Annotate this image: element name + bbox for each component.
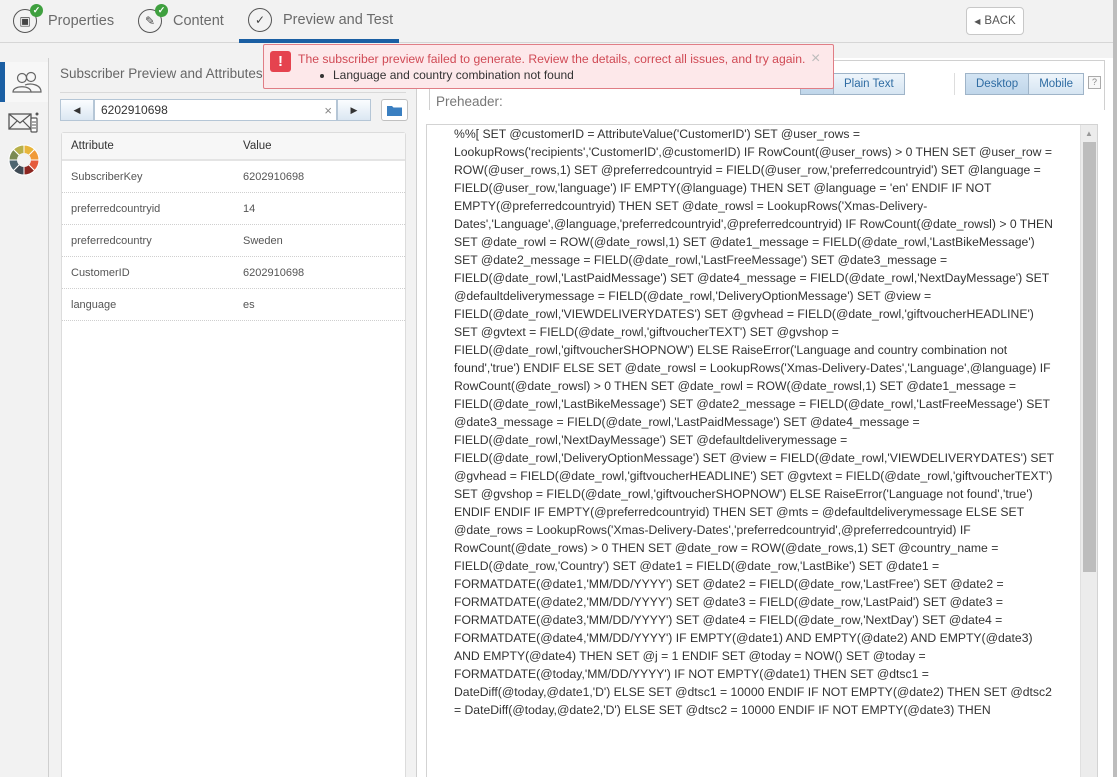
preheader-label: Preheader: <box>436 94 503 109</box>
vertical-scrollbar[interactable]: ▲ <box>1080 125 1097 777</box>
page-scrollbar[interactable] <box>1113 0 1117 777</box>
desktop-label: Desktop <box>976 78 1019 90</box>
back-arrow-icon: ◀ <box>974 16 981 26</box>
attribute-value: 6202910698 <box>243 170 305 183</box>
completed-check-icon: ✓ <box>155 4 168 17</box>
browse-subscribers-button[interactable] <box>381 99 408 121</box>
right-arrow-icon: ▶ <box>350 104 358 115</box>
scrollbar-thumb[interactable] <box>1083 142 1096 572</box>
pencil-icon: ✎ ✓ <box>138 4 168 33</box>
rail-content-check[interactable] <box>0 140 48 180</box>
mobile-button[interactable]: Mobile <box>1029 73 1085 95</box>
table-header: Attribute Value <box>62 133 405 161</box>
tab-preview-label: Preview and Test <box>283 11 394 28</box>
attribute-value: 6202910698 <box>243 266 305 279</box>
column-header-attribute[interactable]: Attribute <box>62 140 235 152</box>
scroll-up-icon[interactable]: ▲ <box>1085 129 1093 138</box>
attribute-name: language <box>71 298 117 311</box>
tab-content[interactable]: ✎ ✓ Content <box>138 0 224 42</box>
attribute-value: 14 <box>243 202 256 215</box>
attribute-value: Sweden <box>243 234 283 247</box>
error-toast: ! The subscriber preview failed to gener… <box>263 44 834 89</box>
attribute-name: SubscriberKey <box>71 170 143 183</box>
table-row: preferredcountry Sweden <box>62 225 405 257</box>
subscriber-preview-panel: Subscriber Preview and Attributes ◀ 6202… <box>50 58 416 777</box>
attribute-name: CustomerID <box>71 266 130 279</box>
back-label: BACK <box>984 15 1016 27</box>
error-detail-list: Language and country combination not fou… <box>320 68 574 82</box>
toolbar-divider <box>954 73 955 95</box>
tab-preview-and-test[interactable]: ✓ Preview and Test <box>239 0 399 43</box>
table-row: CustomerID 6202910698 <box>62 257 405 289</box>
plain-text-view-button[interactable]: Plain Text <box>834 73 905 95</box>
error-message: The subscriber preview failed to generat… <box>298 52 806 66</box>
bullet-icon <box>320 73 324 78</box>
attribute-name: preferredcountryid <box>71 202 161 215</box>
table-row: preferredcountryid 14 <box>62 193 405 225</box>
table-row: SubscriberKey 6202910698 <box>62 161 405 193</box>
panel-title: Subscriber Preview and Attributes <box>60 66 263 81</box>
error-icon: ! <box>270 51 291 72</box>
color-wheel-icon <box>8 144 40 176</box>
test-send-icon <box>8 112 39 133</box>
attribute-value: es <box>243 298 255 311</box>
ampscript-code-text: %%[ SET @customerID = AttributeValue('Cu… <box>454 127 1054 717</box>
attributes-table: Attribute Value SubscriberKey 6202910698… <box>61 132 406 777</box>
subscriber-search-input[interactable]: 6202910698 × <box>94 99 337 121</box>
close-icon[interactable]: × <box>811 50 820 68</box>
rail-subscriber-preview[interactable] <box>0 62 48 102</box>
next-subscriber-button[interactable]: ▶ <box>337 99 371 121</box>
previous-subscriber-button[interactable]: ◀ <box>60 99 94 121</box>
top-step-bar: ▣ ✓ Properties ✎ ✓ Content ✓ Preview and T… <box>0 0 1117 43</box>
completed-check-icon: ✓ <box>30 4 43 17</box>
attribute-name: preferredcountry <box>71 234 152 247</box>
left-icon-rail <box>0 58 49 777</box>
check-icon: ✓ <box>248 7 272 32</box>
back-button[interactable]: ◀ BACK <box>966 7 1024 35</box>
left-arrow-icon: ◀ <box>73 104 81 115</box>
tab-properties[interactable]: ▣ ✓ Properties <box>13 0 114 42</box>
error-detail-item: Language and country combination not fou… <box>333 68 574 82</box>
clear-icon[interactable]: × <box>324 103 332 118</box>
divider <box>60 92 406 93</box>
table-row: language es <box>62 289 405 321</box>
properties-icon: ▣ ✓ <box>13 4 43 33</box>
email-preview-panel: out Plain Text Desktop Mobile ? Preheade… <box>416 58 1113 777</box>
column-header-value[interactable]: Value <box>235 140 272 152</box>
tab-properties-label: Properties <box>48 13 115 29</box>
rail-test-send[interactable] <box>0 102 48 142</box>
desktop-button[interactable]: Desktop <box>965 73 1030 95</box>
help-icon[interactable]: ? <box>1088 76 1101 89</box>
tab-content-label: Content <box>173 13 224 29</box>
subscriber-input-value: 6202910698 <box>101 103 168 117</box>
preview-content-frame: %%[ SET @customerID = AttributeValue('Cu… <box>426 124 1098 777</box>
subscriber-icon <box>11 71 42 93</box>
mobile-label: Mobile <box>1039 78 1074 90</box>
device-toggle: Desktop Mobile <box>965 73 1085 95</box>
folder-icon <box>387 105 402 116</box>
plain-text-label: Plain Text <box>844 78 894 90</box>
